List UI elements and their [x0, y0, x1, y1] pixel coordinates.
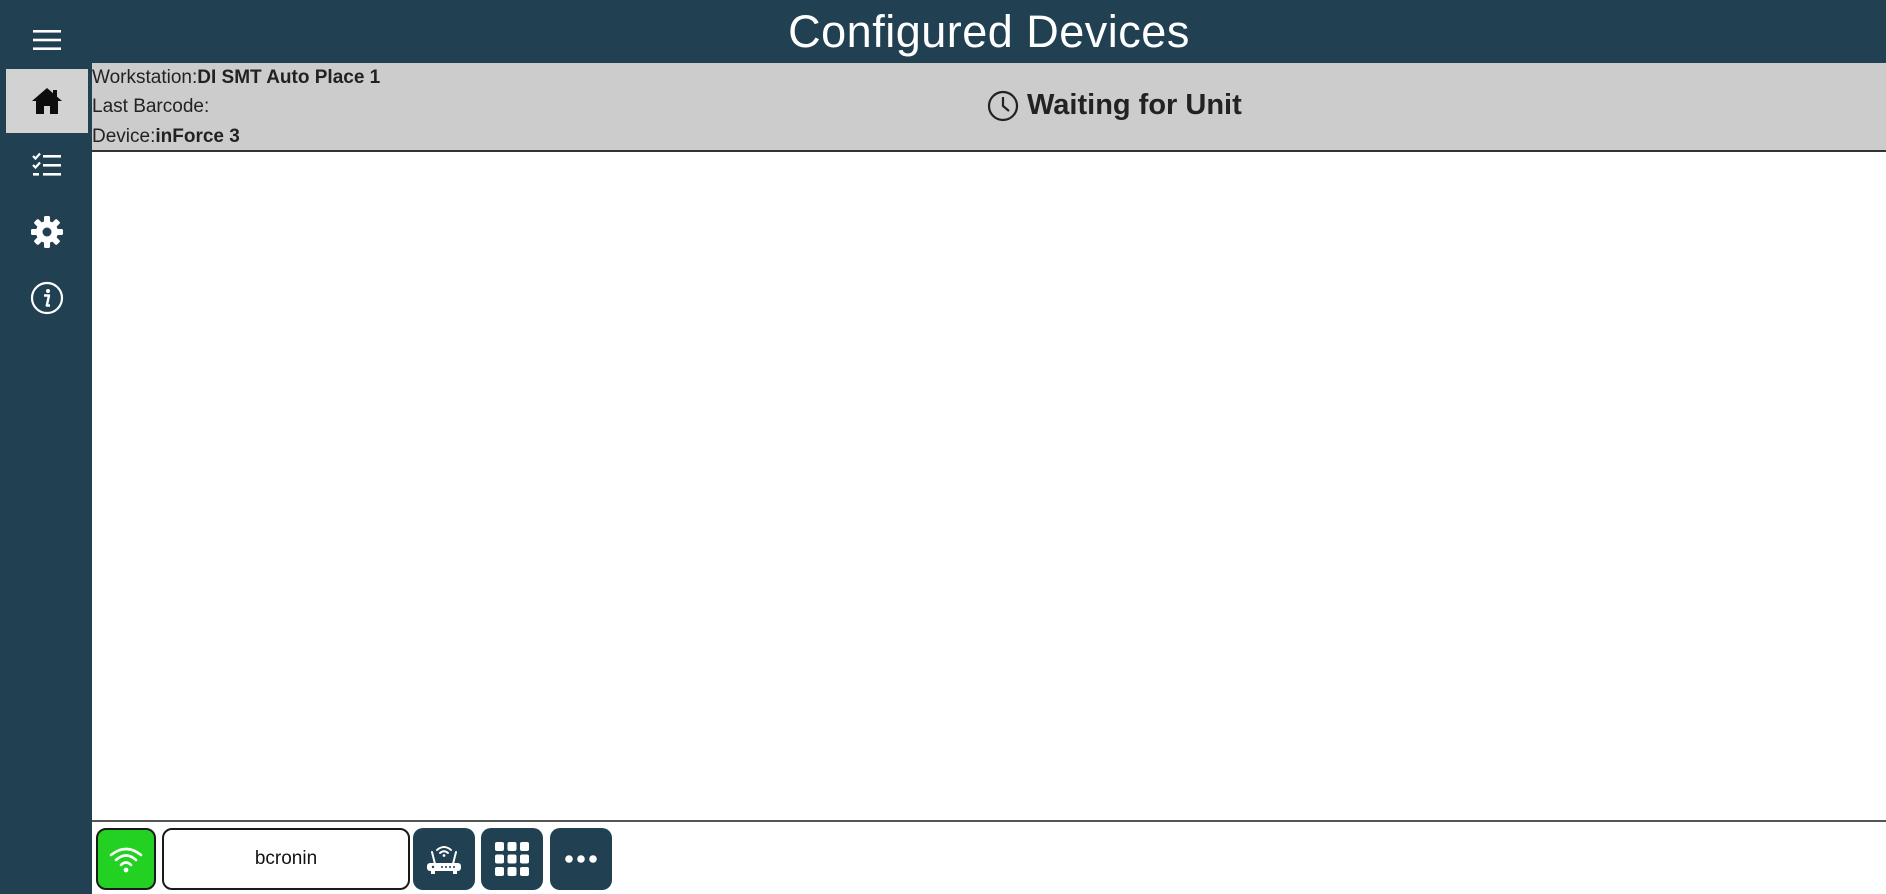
gear-icon: [31, 216, 63, 248]
username-display[interactable]: bcronin: [162, 828, 410, 890]
footer-bar: bcronin: [92, 820, 1886, 894]
sidebar: [0, 0, 92, 894]
barcode-label: Last Barcode:: [92, 96, 210, 117]
nav-home[interactable]: [6, 69, 88, 133]
hamburger-menu-icon: [33, 30, 61, 50]
keypad-grid-icon: [495, 842, 529, 876]
wifi-icon: [109, 847, 143, 873]
router-icon: [427, 846, 461, 874]
nav-checklist[interactable]: [6, 133, 88, 197]
page-title: Configured Devices: [788, 5, 1190, 57]
workstation-value: DI SMT Auto Place 1: [197, 67, 381, 88]
device-label: Device:: [92, 126, 156, 147]
status-indicator: Waiting for Unit: [987, 89, 1242, 122]
home-icon: [32, 88, 62, 114]
nav-info[interactable]: [6, 266, 88, 330]
main-content: [92, 152, 1886, 820]
menu-button[interactable]: [6, 8, 88, 72]
clock-icon: [987, 90, 1019, 121]
device-line: Device:inForce 3: [92, 126, 240, 148]
keypad-button[interactable]: [481, 828, 543, 890]
app-header: Configured Devices: [92, 0, 1886, 63]
checklist-icon: [32, 152, 61, 176]
more-dots-icon: [565, 855, 597, 863]
barcode-line: Last Barcode:: [92, 96, 209, 118]
more-button[interactable]: [550, 828, 612, 890]
wifi-status-button[interactable]: [96, 828, 156, 890]
workstation-line: Workstation:DI SMT Auto Place 1: [92, 67, 380, 89]
info-bar: Workstation:DI SMT Auto Place 1 Last Bar…: [92, 63, 1886, 152]
device-value: inForce 3: [155, 126, 240, 147]
info-icon: [30, 281, 64, 315]
workstation-label: Workstation:: [92, 67, 198, 88]
status-text: Waiting for Unit: [1027, 89, 1242, 121]
router-button[interactable]: [413, 828, 475, 890]
nav-settings[interactable]: [6, 200, 88, 264]
